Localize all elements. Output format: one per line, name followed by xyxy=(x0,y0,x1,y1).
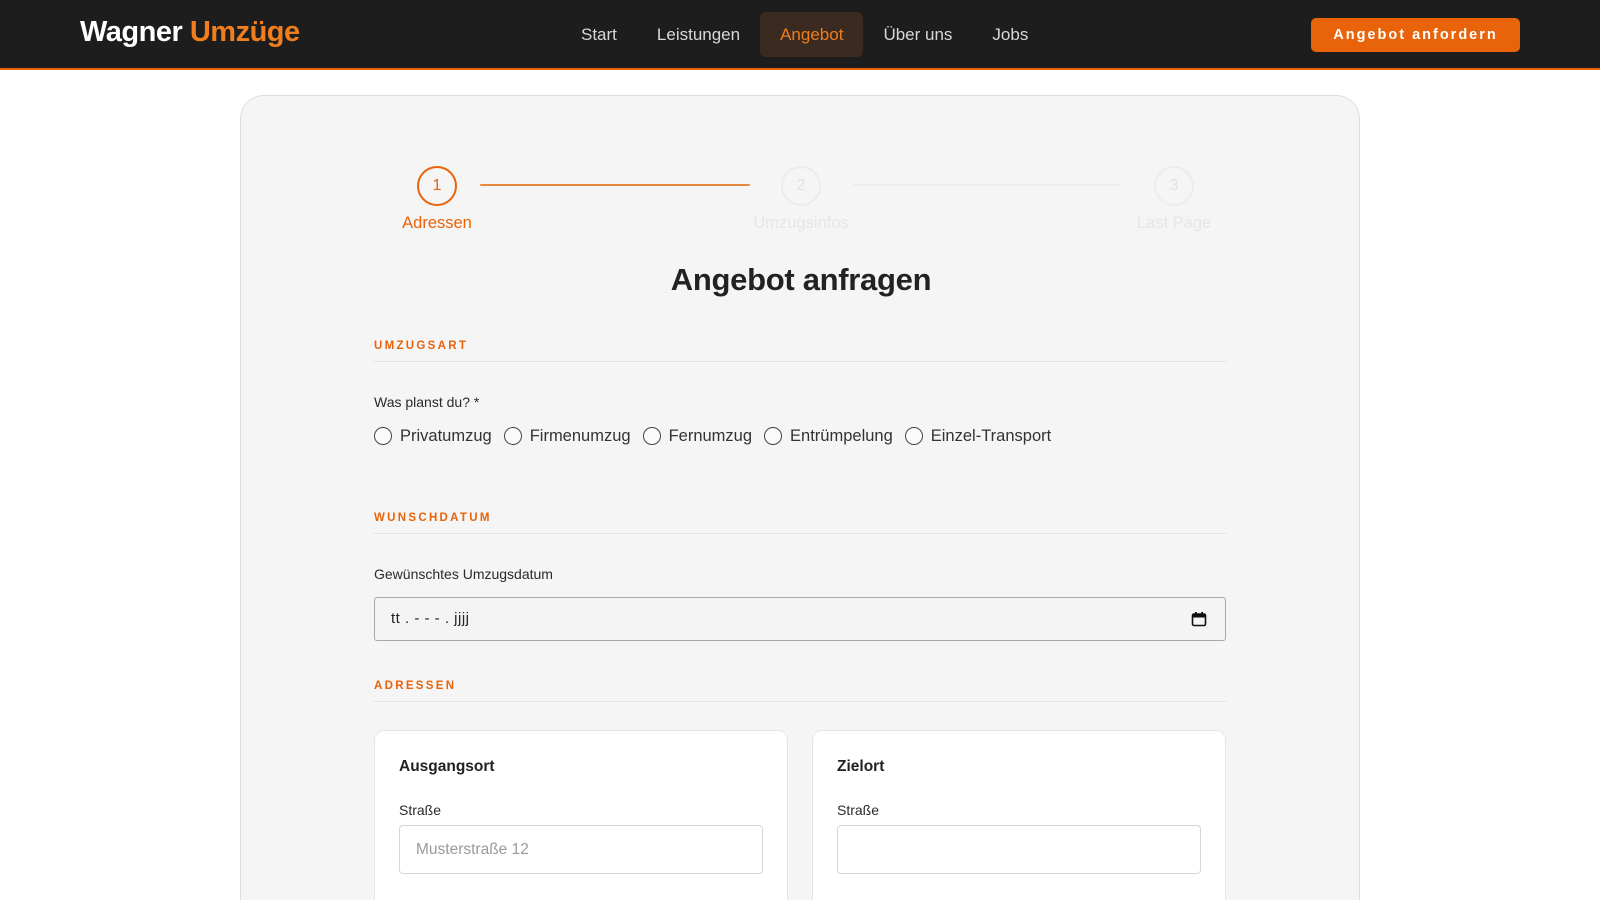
radio-option-privatumzug[interactable]: Privatumzug xyxy=(374,427,492,446)
destination-address-panel: Zielort Straße xyxy=(812,730,1226,900)
step-3-circle: 3 xyxy=(1154,166,1194,206)
radio-option-einzel-transport[interactable]: Einzel-Transport xyxy=(904,426,1052,446)
radio-label: Firmenumzug xyxy=(529,426,631,445)
nav-item-jobs[interactable]: Jobs xyxy=(972,12,1048,57)
radio-label: Entrümpelung xyxy=(790,426,893,445)
origin-address-panel: Ausgangsort Straße xyxy=(374,730,788,900)
radio-label: Fernumzug xyxy=(668,426,753,445)
origin-street-input[interactable] xyxy=(399,825,763,874)
step-1-label: Adressen xyxy=(402,214,472,232)
section-title-adressen: ADRESSEN xyxy=(374,680,1226,702)
radio-option-firmenumzug[interactable]: Firmenumzug xyxy=(503,426,631,446)
destination-street-label: Straße xyxy=(837,802,880,818)
site-header: Wagner Umzüge Start Leistungen Angebot Ü… xyxy=(0,0,1600,70)
step-1[interactable]: 1 Adressen xyxy=(367,166,507,233)
section-title-umzugsart: UMZUGSART xyxy=(374,340,1226,362)
main-nav: Start Leistungen Angebot Über uns Jobs xyxy=(561,12,1048,57)
quote-form-card: 1 Adressen 2 Umzugsinfos 3 Last Page Ang… xyxy=(240,95,1360,900)
radio-button[interactable] xyxy=(374,427,392,445)
date-field-label: Gewünschtes Umzugsdatum xyxy=(374,566,553,582)
origin-street-label: Straße xyxy=(399,802,442,818)
step-2-label: Umzugsinfos xyxy=(753,214,849,232)
step-3[interactable]: 3 Last Page xyxy=(1104,166,1244,233)
logo-accent-text: Umzüge xyxy=(189,16,300,48)
form-title: Angebot anfragen xyxy=(670,262,932,297)
request-offer-button[interactable]: Angebot anfordern xyxy=(1311,18,1520,52)
logo[interactable]: Wagner Umzüge xyxy=(80,16,300,49)
radio-button[interactable] xyxy=(764,427,783,445)
step-2-circle: 2 xyxy=(781,166,821,206)
step-connector-2 xyxy=(853,184,1121,186)
radio-label: Privatumzug xyxy=(400,426,492,445)
radio-button[interactable] xyxy=(904,427,923,445)
radio-button[interactable] xyxy=(503,427,522,445)
radio-option-entruempelung[interactable]: Entrümpelung xyxy=(764,427,893,446)
step-2[interactable]: 2 Umzugsinfos xyxy=(731,166,871,233)
section-title-wunschdatum: WUNSCHDATUM xyxy=(374,512,1226,534)
radio-option-fernumzug[interactable]: Fernumzug xyxy=(642,426,753,446)
origin-panel-title: Ausgangsort xyxy=(399,758,495,775)
nav-item-start[interactable]: Start xyxy=(561,12,637,57)
nav-item-leistungen[interactable]: Leistungen xyxy=(637,12,760,57)
destination-street-input[interactable] xyxy=(837,825,1201,874)
date-placeholder: tt . - - - . jjjj xyxy=(391,610,470,627)
step-connector-1 xyxy=(480,184,750,186)
step-1-circle: 1 xyxy=(417,166,457,206)
move-type-question: Was planst du? * xyxy=(374,394,480,410)
logo-main-text: Wagner xyxy=(80,16,183,48)
destination-panel-title: Zielort xyxy=(837,758,885,775)
step-3-label: Last Page xyxy=(1136,214,1212,232)
nav-item-ueber-uns[interactable]: Über uns xyxy=(863,12,972,57)
radio-label: Einzel-Transport xyxy=(930,426,1052,445)
calendar-icon[interactable] xyxy=(1191,611,1207,627)
radio-button[interactable] xyxy=(642,427,661,445)
nav-item-angebot[interactable]: Angebot xyxy=(760,12,864,57)
move-type-radio-group: Privatumzug Firmenumzug Fernumzug Entrüm… xyxy=(374,425,1063,447)
move-date-input[interactable]: tt . - - - . jjjj xyxy=(374,597,1226,641)
